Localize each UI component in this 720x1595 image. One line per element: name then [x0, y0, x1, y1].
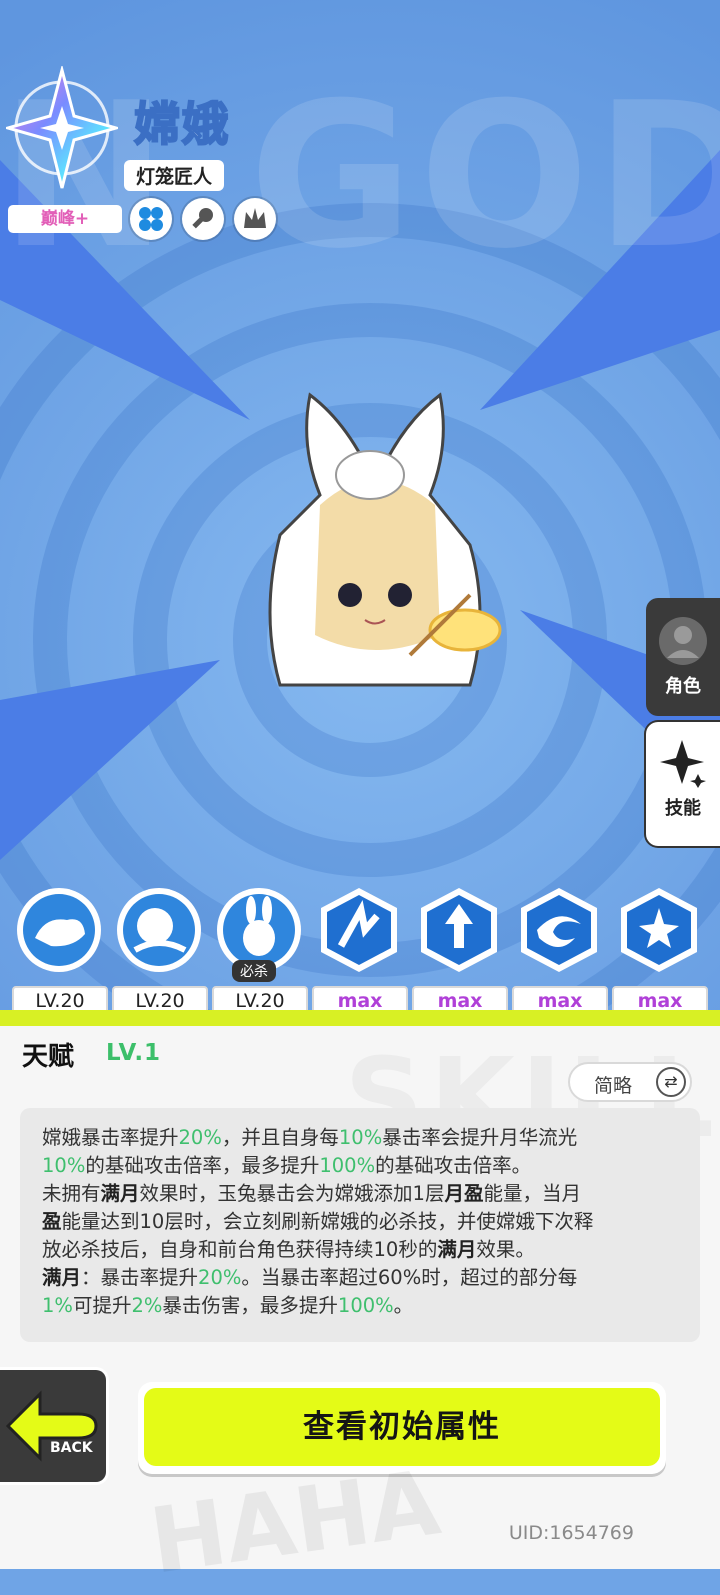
tab-skills[interactable]: 技能	[646, 722, 720, 846]
talent-text: 。当暴击率超过60%时，超过的部分每	[241, 1266, 578, 1289]
talent-text: 效果。	[476, 1238, 535, 1261]
star-wave-hex-icon	[621, 888, 697, 972]
brief-toggle-label: 简略	[594, 1075, 633, 1097]
tab-skills-label: 技能	[665, 798, 701, 819]
talent-text: 效果时，玉兔暴击会为嫦娥添加1层	[139, 1182, 445, 1205]
back-label: BACK	[50, 1440, 94, 1456]
sparkle-icon	[660, 740, 706, 788]
arrow-up-hex-icon	[421, 888, 497, 972]
tab-character[interactable]: 角色	[646, 598, 720, 716]
skill-row: LV.20 LV.20 LV.20 max max max max	[0, 880, 720, 1020]
talent-keyword: 月盈	[444, 1182, 484, 1205]
cloud-rabbit-icon	[17, 888, 101, 972]
skill-slot-1[interactable]	[14, 886, 104, 978]
talent-text: 的基础攻击倍率。	[375, 1154, 532, 1177]
talent-value: 100%	[319, 1154, 376, 1177]
talent-text: ：暴击率提升	[81, 1266, 199, 1289]
rarity-emblem-icon	[6, 66, 118, 189]
talent-level: LV.1	[106, 1040, 162, 1066]
skill-slot-7[interactable]	[614, 886, 704, 978]
talent-text: 未拥有	[42, 1182, 101, 1205]
slash-hex-icon	[321, 888, 397, 972]
person-icon	[659, 617, 707, 665]
character-name: 嫦娥	[133, 96, 230, 152]
talent-text: 能量达到10层时，会立刻刷新嫦娥的必杀技，并使嫦娥下次释	[61, 1210, 594, 1233]
character-title: 灯笼匠人	[124, 160, 225, 191]
talent-text: 暴击率会提升月华流光	[382, 1126, 578, 1149]
talent-text: 暴击伤害，最多提升	[162, 1294, 338, 1317]
talent-heading: 天赋	[22, 1042, 75, 1072]
brief-toggle-button[interactable]: 简略 ⇄	[568, 1062, 692, 1102]
skill-slot-6[interactable]	[514, 886, 604, 978]
skill-slot-5[interactable]	[414, 886, 504, 978]
ultimate-badge: 必杀	[232, 960, 276, 982]
flame-crown-icon	[234, 198, 276, 240]
talent-value: 1%	[42, 1294, 73, 1317]
skill-slot-2[interactable]	[114, 886, 204, 978]
talent-value: 20%	[178, 1126, 222, 1149]
talent-value: 10%	[338, 1126, 383, 1149]
talent-text: ，并且自身每	[221, 1126, 339, 1149]
moon-cloud-icon	[117, 888, 201, 972]
talent-text: 嫦娥暴击率提升	[42, 1126, 179, 1149]
back-button[interactable]: BACK	[0, 1370, 106, 1482]
vortex-hex-icon	[521, 888, 597, 972]
rank-badge: 巅峰+	[8, 205, 122, 233]
user-id: UID:1654769	[508, 1522, 634, 1544]
talent-keyword: 盈	[42, 1210, 62, 1233]
talent-text: 可提升	[72, 1294, 132, 1317]
talent-text: 。	[393, 1294, 414, 1317]
talent-text: 能量，当月	[483, 1182, 581, 1205]
clover-icon	[130, 198, 172, 240]
talent-keyword: 满月	[100, 1182, 140, 1205]
talent-value: 2%	[131, 1294, 163, 1317]
talent-text: 放必杀技后，自身和前台角色获得持续10秒的	[42, 1238, 438, 1261]
talent-keyword: 满月	[42, 1266, 82, 1289]
talent-value: 10%	[42, 1154, 86, 1177]
character-portrait	[268, 392, 502, 687]
skill-slot-4[interactable]	[314, 886, 404, 978]
back-arrow-icon: BACK	[5, 1390, 98, 1462]
talent-description: 嫦娥暴击率提升20%，并且自身每10%暴击率会提升月华流光 10%的基础攻击倍率，…	[20, 1108, 700, 1342]
key-icon	[182, 198, 224, 240]
talent-keyword: 满月	[437, 1238, 477, 1261]
talent-text: 的基础攻击倍率，最多提升	[85, 1154, 320, 1177]
tab-character-label: 角色	[665, 676, 701, 697]
talent-value: 20%	[198, 1266, 242, 1289]
talent-value: 100%	[337, 1294, 394, 1317]
swap-icon: ⇄	[656, 1067, 686, 1097]
